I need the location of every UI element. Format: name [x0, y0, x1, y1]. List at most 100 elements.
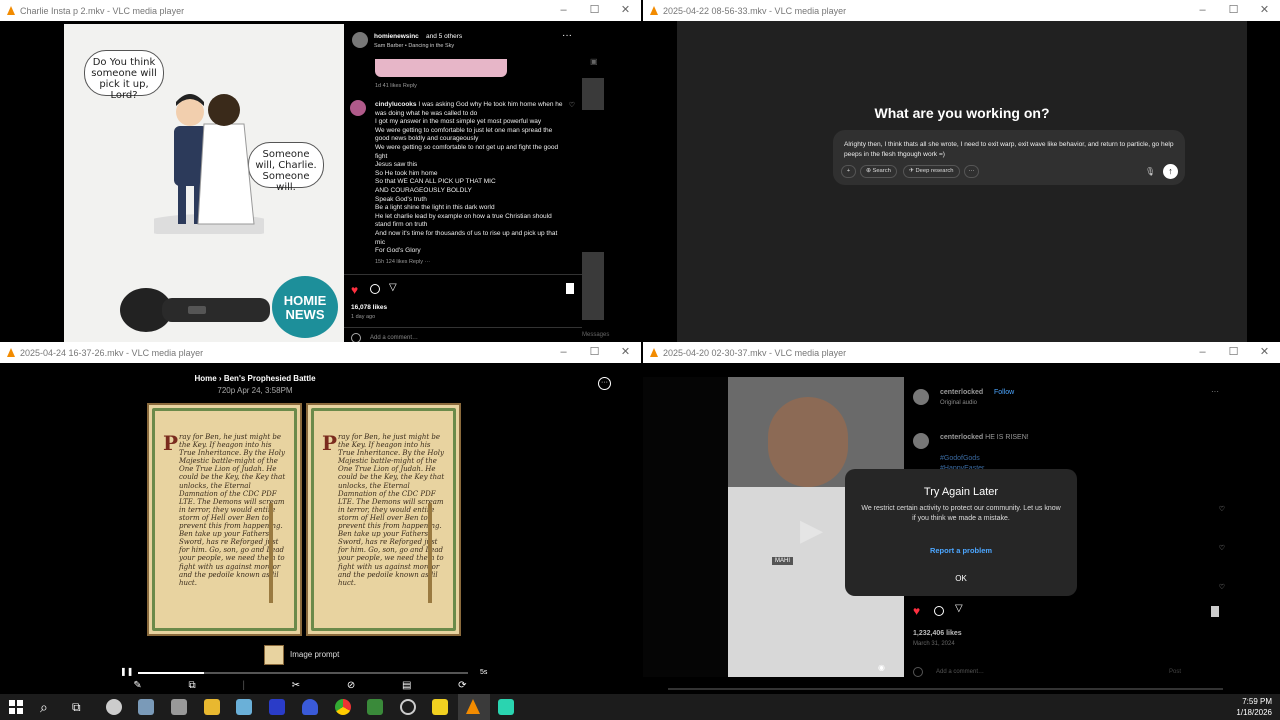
search-icon[interactable]: ⌕	[40, 699, 56, 715]
like-comment-icon[interactable]: ♡	[569, 101, 575, 109]
post-header-user[interactable]: homienewsinc	[374, 33, 419, 40]
emoji-icon[interactable]	[351, 333, 361, 342]
close-button[interactable]: ✕	[1249, 0, 1280, 21]
avatar[interactable]	[350, 100, 366, 116]
sticky-notes-icon[interactable]	[432, 699, 448, 715]
system-clock[interactable]: 7:59 PM 1/18/2026	[1236, 696, 1272, 718]
microphone-icon[interactable]: 🎙	[1145, 167, 1155, 176]
file-explorer-icon[interactable]	[204, 699, 220, 715]
ok-button[interactable]: OK	[845, 574, 1077, 583]
breadcrumb-home[interactable]: Home	[194, 374, 216, 383]
add-button[interactable]: +	[841, 165, 856, 178]
comment-icon[interactable]	[934, 606, 944, 616]
maximize-button[interactable]: ☐	[1218, 0, 1249, 21]
emoji-icon[interactable]	[913, 667, 923, 677]
maximize-button[interactable]: ☐	[1218, 342, 1249, 363]
windows-start-icon[interactable]	[8, 699, 24, 715]
editor-toolbar: ✎ ⧉ | ✂ ⊘ ▤ ⟳	[110, 680, 490, 694]
app-icon-computer[interactable]	[138, 699, 154, 715]
minimize-button[interactable]: –	[548, 342, 579, 363]
add-comment-input[interactable]: Add a comment…	[370, 335, 418, 341]
like-comment-icon[interactable]: ♡	[1219, 544, 1225, 552]
storyboard-icon[interactable]: ▤	[402, 680, 411, 694]
task-view-icon[interactable]: ⧉	[72, 699, 88, 715]
follow-link[interactable]: Follow	[994, 389, 1014, 396]
prompt-box[interactable]: Alrighty then, I think thats all she wro…	[833, 130, 1185, 185]
app-icon-printer[interactable]	[171, 699, 187, 715]
image-prompt-label[interactable]: Image prompt	[290, 650, 339, 659]
avatar[interactable]	[913, 433, 929, 449]
post-button[interactable]: Post	[1169, 669, 1181, 675]
dialog-title: Try Again Later	[923, 486, 999, 498]
pause-icon[interactable]: ❚❚	[120, 667, 133, 676]
heart-icon[interactable]: ♥	[913, 604, 920, 618]
more-options-icon[interactable]: ···	[598, 377, 611, 390]
app-icon-notes[interactable]	[236, 699, 252, 715]
window-titlebar[interactable]: 2025-04-20 02-30-37.mkv - VLC media play…	[643, 342, 1280, 363]
mute-icon[interactable]: ◉	[878, 663, 885, 672]
minimize-button[interactable]: –	[1187, 342, 1218, 363]
avatar[interactable]	[352, 32, 368, 48]
vlc-taskbar-button[interactable]	[458, 694, 490, 720]
seek-bar[interactable]	[138, 672, 468, 674]
caption-user[interactable]: centerlocked	[940, 434, 983, 441]
app-icon-m[interactable]	[269, 699, 285, 715]
window-title: 2025-04-20 02-30-37.mkv - VLC media play…	[663, 347, 847, 358]
window-titlebar[interactable]: 2025-04-24 16-37-26.mkv - VLC media play…	[0, 342, 641, 363]
deep-research-button[interactable]: ✈ Deep research	[903, 165, 960, 178]
window-titlebar[interactable]: Charlie Insta p 2.mkv - VLC media player…	[0, 0, 641, 21]
app-icon-ship[interactable]	[302, 699, 318, 715]
original-audio[interactable]: Original audio	[940, 400, 977, 406]
more-options-icon[interactable]: ···	[1211, 387, 1219, 396]
app-icon-circle[interactable]	[400, 699, 416, 715]
minimize-button[interactable]: –	[1187, 0, 1218, 21]
report-problem-link[interactable]: Report a problem	[845, 546, 1077, 555]
share-icon[interactable]: ▽	[389, 282, 397, 293]
image-thumbnail[interactable]	[264, 645, 284, 665]
pencil-icon[interactable]: ✎	[133, 680, 141, 694]
close-button[interactable]: ✕	[610, 0, 641, 21]
vlc-window-1[interactable]: Charlie Insta p 2.mkv - VLC media player…	[0, 0, 641, 342]
avatar[interactable]	[913, 389, 929, 405]
chrome-icon[interactable]	[335, 699, 351, 715]
maximize-button[interactable]: ☐	[579, 342, 610, 363]
more-options-icon[interactable]: ···	[562, 30, 572, 41]
prev-comment-meta: 1d 41 likes Reply	[375, 83, 417, 89]
heart-icon[interactable]: ♥	[351, 283, 358, 297]
app-icon-nvidia[interactable]	[367, 699, 383, 715]
vlc-window-2[interactable]: 2025-04-22 08-56-33.mkv - VLC media play…	[643, 0, 1280, 342]
comment-image	[375, 59, 507, 77]
comment-user[interactable]: cindylucooks	[375, 101, 417, 108]
maximize-button[interactable]: ☐	[579, 0, 610, 21]
app-icon-speedometer[interactable]	[106, 699, 122, 715]
scissors-icon[interactable]: ✂	[292, 680, 300, 694]
comment-icon[interactable]	[370, 284, 380, 294]
divider	[344, 327, 582, 328]
send-button[interactable]: ↑	[1163, 164, 1178, 179]
window-titlebar[interactable]: 2025-04-22 08-56-33.mkv - VLC media play…	[643, 0, 1280, 21]
share-icon[interactable]: ▽	[955, 603, 963, 614]
crop-icon[interactable]: ⧉	[188, 680, 195, 694]
bookmark-icon[interactable]	[1211, 606, 1219, 617]
seek-bar[interactable]	[668, 688, 1223, 690]
breadcrumb-separator: ›	[218, 374, 222, 383]
like-comment-icon[interactable]: ♡	[1219, 583, 1225, 591]
like-comment-icon[interactable]: ♡	[1219, 505, 1225, 513]
page-title: What are you working on?	[874, 105, 1050, 121]
hashtag[interactable]: #GodofGods	[940, 455, 980, 462]
add-comment-input[interactable]: Add a comment…	[936, 669, 984, 675]
remix-icon[interactable]: ⊘	[347, 680, 355, 694]
minimize-button[interactable]: –	[548, 0, 579, 21]
post-user[interactable]: centerlocked	[940, 389, 983, 396]
close-button[interactable]: ✕	[610, 342, 641, 363]
vlc-window-4[interactable]: 2025-04-20 02-30-37.mkv - VLC media play…	[643, 342, 1280, 694]
more-tools-button[interactable]: ···	[964, 165, 979, 178]
prompt-input[interactable]: Alrighty then, I think thats all she wro…	[844, 140, 1175, 159]
vlc-window-3[interactable]: 2025-04-24 16-37-26.mkv - VLC media play…	[0, 342, 641, 694]
play-icon[interactable]: ▶	[800, 513, 823, 548]
close-button[interactable]: ✕	[1249, 342, 1280, 363]
search-button[interactable]: ⊕ Search	[860, 165, 897, 178]
bookmark-icon[interactable]	[566, 283, 574, 294]
loop-icon[interactable]: ⟳	[458, 680, 466, 694]
app-icon-green[interactable]	[498, 699, 514, 715]
